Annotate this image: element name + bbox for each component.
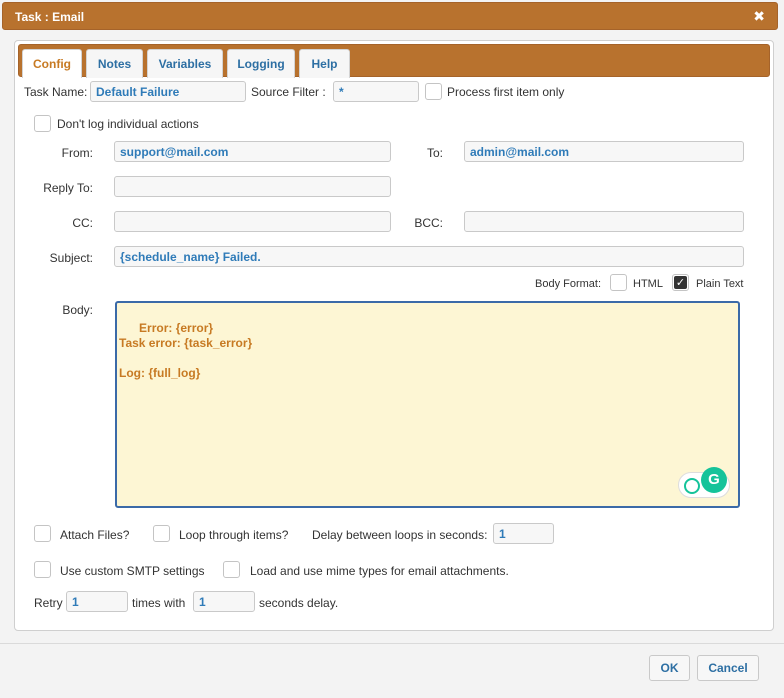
cc-label: CC: — [72, 216, 93, 230]
attach-files-checkbox[interactable] — [34, 525, 51, 542]
to-input[interactable] — [464, 141, 744, 162]
from-label: From: — [61, 146, 93, 160]
source-filter-label: Source Filter : — [251, 85, 326, 99]
tab-notes[interactable]: Notes — [86, 49, 143, 78]
ok-button[interactable]: OK — [649, 655, 690, 681]
to-label: To: — [426, 146, 443, 160]
body-label: Body: — [62, 303, 93, 317]
mime-types-label: Load and use mime types for email attach… — [250, 564, 509, 578]
html-format-checkbox[interactable] — [610, 274, 627, 291]
custom-smtp-checkbox[interactable] — [34, 561, 51, 578]
retry-input[interactable] — [66, 591, 128, 612]
source-filter-input[interactable] — [333, 81, 419, 102]
bcc-label: BCC: — [414, 216, 443, 230]
attach-files-label: Attach Files? — [60, 528, 130, 542]
footer-divider — [0, 643, 784, 644]
bcc-input[interactable] — [464, 211, 744, 232]
tab-help[interactable]: Help — [299, 49, 350, 78]
body-textarea[interactable]: Error: {error} Task error: {task_error} … — [115, 301, 740, 508]
reply-to-label: Reply To: — [43, 181, 93, 195]
subject-label: Subject: — [49, 251, 93, 265]
dont-log-checkbox[interactable] — [34, 115, 51, 132]
grammarly-widget[interactable]: G — [678, 467, 730, 498]
loop-items-checkbox[interactable] — [153, 525, 170, 542]
custom-smtp-label: Use custom SMTP settings — [60, 564, 205, 578]
task-name-input[interactable] — [90, 81, 246, 102]
tab-logging[interactable]: Logging — [227, 49, 295, 78]
plain-text-label: Plain Text — [696, 278, 744, 290]
from-input[interactable] — [114, 141, 391, 162]
times-with-label: times with — [132, 596, 186, 610]
config-panel: Config Notes Variables Logging Help Task… — [14, 40, 774, 631]
process-first-label: Process first item only — [447, 85, 565, 99]
reply-to-input[interactable] — [114, 176, 391, 197]
cc-input[interactable] — [114, 211, 391, 232]
close-icon[interactable]: ✖ — [753, 8, 765, 25]
seconds-input[interactable] — [193, 591, 255, 612]
email-task-dialog: Task : Email ✖ Config Notes Variables Lo… — [0, 0, 784, 698]
dialog-titlebar[interactable]: Task : Email ✖ — [2, 2, 778, 30]
delay-label: Delay between loops in seconds: — [312, 528, 488, 542]
mime-types-checkbox[interactable] — [223, 561, 240, 578]
tab-bar: Config Notes Variables Logging Help — [18, 44, 770, 78]
body-text: Error: {error} Task error: {task_error} … — [119, 321, 253, 380]
cancel-button[interactable]: Cancel — [697, 655, 759, 681]
process-first-checkbox[interactable] — [425, 83, 442, 100]
dont-log-label: Don't log individual actions — [57, 117, 199, 131]
html-format-label: HTML — [633, 278, 663, 290]
seconds-delay-label: seconds delay. — [259, 596, 339, 610]
tab-variables[interactable]: Variables — [147, 49, 223, 78]
subject-input[interactable] — [114, 246, 744, 267]
loop-items-label: Loop through items? — [179, 528, 289, 542]
dialog-title: Task : Email — [15, 10, 85, 24]
lightbulb-icon[interactable] — [684, 478, 700, 494]
task-name-label: Task Name: — [24, 85, 88, 99]
plain-text-checkbox[interactable] — [672, 274, 689, 291]
delay-input[interactable] — [493, 523, 554, 544]
retry-label: Retry — [34, 596, 63, 610]
tab-config[interactable]: Config — [22, 49, 82, 78]
grammarly-icon[interactable]: G — [701, 467, 727, 493]
body-format-label: Body Format: — [535, 278, 602, 290]
